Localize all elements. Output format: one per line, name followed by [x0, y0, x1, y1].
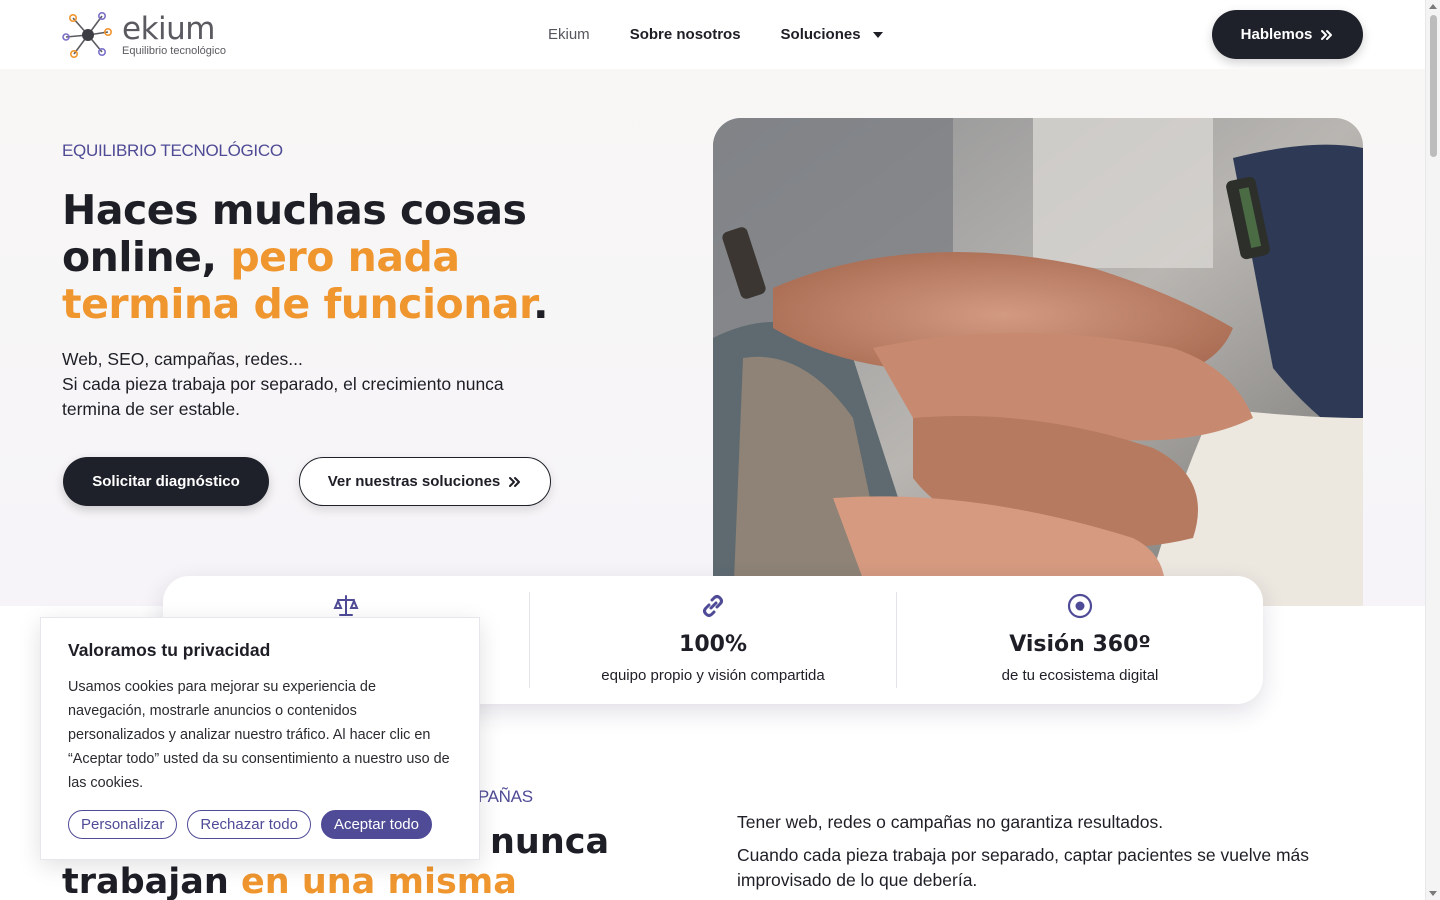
stat-label: equipo propio y visión compartida — [601, 667, 825, 684]
hero-title-end: . — [532, 280, 549, 328]
section2-paragraph-1: Tener web, redes o campañas no garantiza… — [737, 812, 1164, 832]
double-chevron-right-icon — [1321, 29, 1333, 40]
site-header: ekium Equilibrio tecnológico Ekium Sobre… — [0, 0, 1425, 69]
scale-balance-icon — [333, 595, 359, 616]
section2-paragraph-2: Cuando cada pieza trabaja por separado, … — [737, 845, 1310, 890]
personalizar-button[interactable]: Personalizar — [68, 810, 178, 839]
logo-text: ekium Equilibrio tecnológico — [122, 10, 226, 57]
solicitar-diagnostico-button[interactable]: Solicitar diagnóstico — [63, 457, 269, 506]
cookie-buttons: Personalizar Rechazar todo Aceptar todo — [68, 810, 452, 839]
hero-section: EQUILIBRIO TECNOLÓGICO Haces muchas cosa… — [0, 69, 1425, 606]
caret-down-icon — [872, 31, 883, 38]
target-icon — [1067, 593, 1093, 619]
hero-subtitle-line2: Si cada pieza trabaja por separado, el c… — [62, 374, 504, 419]
scroll-thumb[interactable] — [1430, 15, 1437, 157]
cookie-title: Valoramos tu privacidad — [68, 640, 271, 660]
hero-eyebrow: EQUILIBRIO TECNOLÓGICO — [62, 141, 283, 160]
link-icon — [703, 595, 723, 617]
logo[interactable]: ekium Equilibrio tecnológico — [62, 10, 226, 60]
hablemos-button[interactable]: Hablemos — [1212, 10, 1363, 59]
hero-image — [713, 118, 1363, 606]
nav-item-sobre-nosotros[interactable]: Sobre nosotros — [630, 26, 741, 43]
main-nav: Ekium Sobre nosotros Soluciones — [548, 26, 883, 43]
stat-value: 100% — [679, 632, 747, 657]
ver-soluciones-label: Ver nuestras soluciones — [327, 473, 501, 490]
hero-subtitle-line1: Web, SEO, campañas, redes... — [62, 349, 303, 369]
network-logo-icon — [62, 11, 112, 58]
scroll-down-arrow-icon[interactable] — [1429, 891, 1437, 896]
nav-item-soluciones-label: Soluciones — [780, 26, 861, 43]
logo-word: ekium — [122, 10, 215, 47]
stat-label: de tu ecosistema digital — [1001, 667, 1159, 684]
stat-equipo: 100% equipo propio y visión compartida — [529, 592, 896, 688]
logo-tagline: Equilibrio tecnológico — [122, 44, 226, 57]
ver-soluciones-button[interactable]: Ver nuestras soluciones — [299, 457, 551, 506]
hero-title: Haces muchas cosas online, pero nada ter… — [62, 187, 582, 328]
hands-stacked-photo — [713, 118, 1363, 606]
nav-item-soluciones[interactable]: Soluciones — [781, 26, 883, 43]
section2-title-plain: trabajan — [62, 862, 241, 900]
stat-vision: Visión 360º de tu ecosistema digital — [896, 592, 1263, 688]
page-scrollbar[interactable] — [1425, 0, 1440, 900]
section2-title-line2: trabajan en una misma dirección. — [62, 862, 682, 900]
stat-value: Visión 360º — [1009, 632, 1151, 657]
aceptar-todo-button[interactable]: Aceptar todo — [320, 810, 432, 839]
cookie-consent-banner: Valoramos tu privacidad Usamos cookies p… — [40, 617, 480, 860]
nav-item-ekium[interactable]: Ekium — [548, 26, 590, 43]
cookie-text: Usamos cookies para mejorar su experienc… — [68, 679, 450, 791]
double-chevron-right-icon — [509, 476, 521, 487]
hero-subtitle: Web, SEO, campañas, redes... Si cada pie… — [62, 347, 542, 422]
scroll-up-arrow-icon[interactable] — [1429, 4, 1437, 9]
rechazar-todo-button[interactable]: Rechazar todo — [187, 810, 311, 839]
hablemos-label: Hablemos — [1240, 26, 1313, 43]
